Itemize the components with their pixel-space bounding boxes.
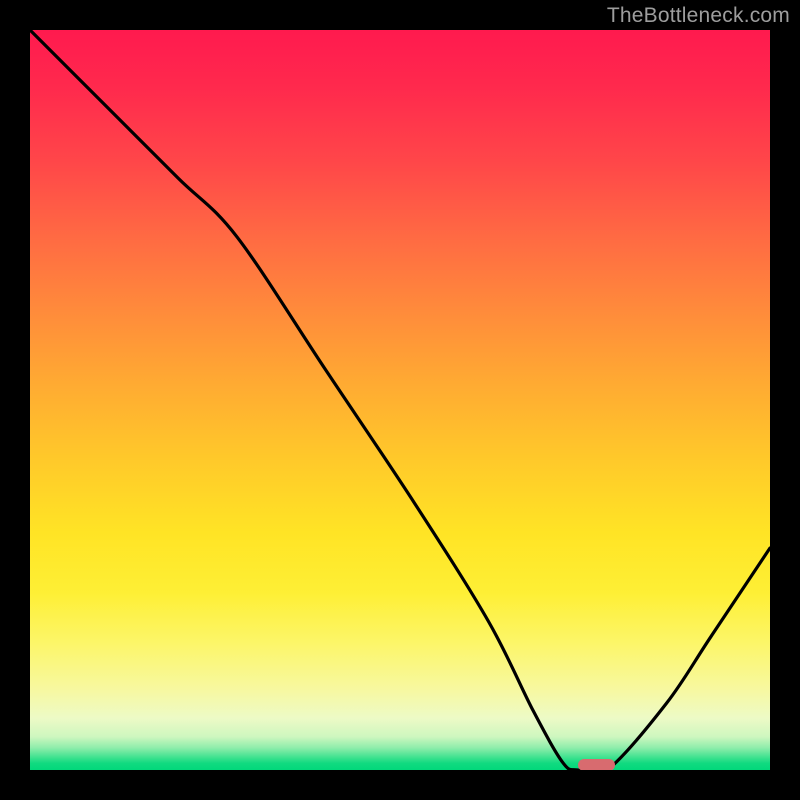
bottleneck-curve [30, 30, 770, 770]
chart-container: TheBottleneck.com [0, 0, 800, 800]
watermark-text: TheBottleneck.com [607, 4, 790, 28]
optimal-marker [578, 759, 615, 770]
plot-area [30, 30, 770, 770]
